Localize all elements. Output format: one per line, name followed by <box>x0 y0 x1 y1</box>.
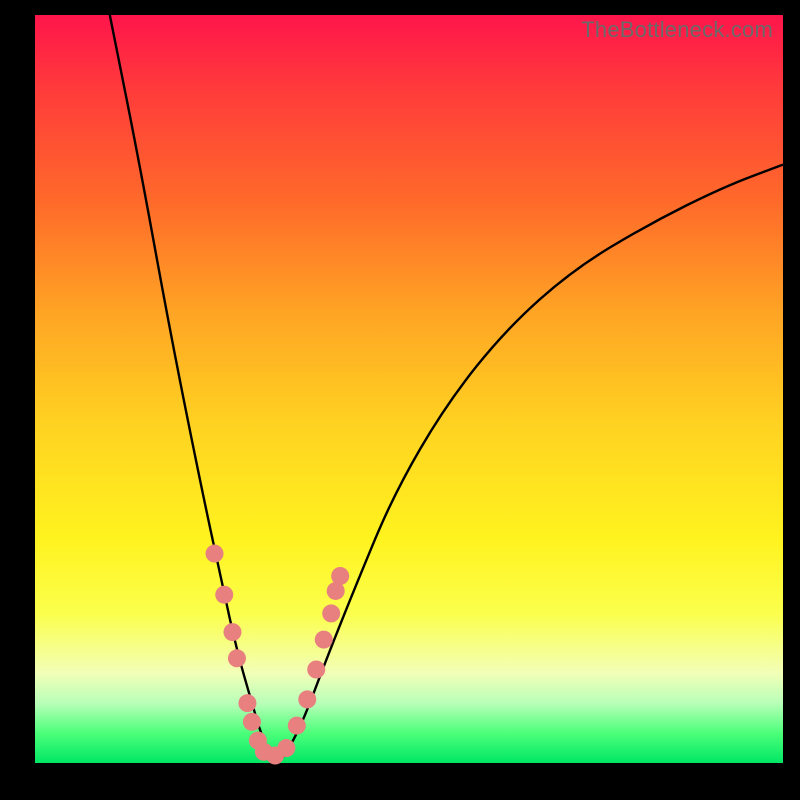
marker-point <box>238 694 256 712</box>
marker-point <box>243 713 261 731</box>
marker-point <box>307 661 325 679</box>
marker-point <box>331 567 349 585</box>
marker-point <box>277 739 295 757</box>
marker-point <box>288 717 306 735</box>
plot-area: TheBottleneck.com <box>35 15 783 763</box>
marker-point <box>215 586 233 604</box>
marker-point <box>206 545 224 563</box>
marker-point <box>228 649 246 667</box>
marker-point <box>223 623 241 641</box>
bottleneck-curve <box>110 15 783 759</box>
marker-point <box>315 631 333 649</box>
chart-stage: TheBottleneck.com <box>0 0 800 800</box>
marker-point <box>322 604 340 622</box>
curve-svg <box>35 15 783 763</box>
marker-point <box>298 690 316 708</box>
